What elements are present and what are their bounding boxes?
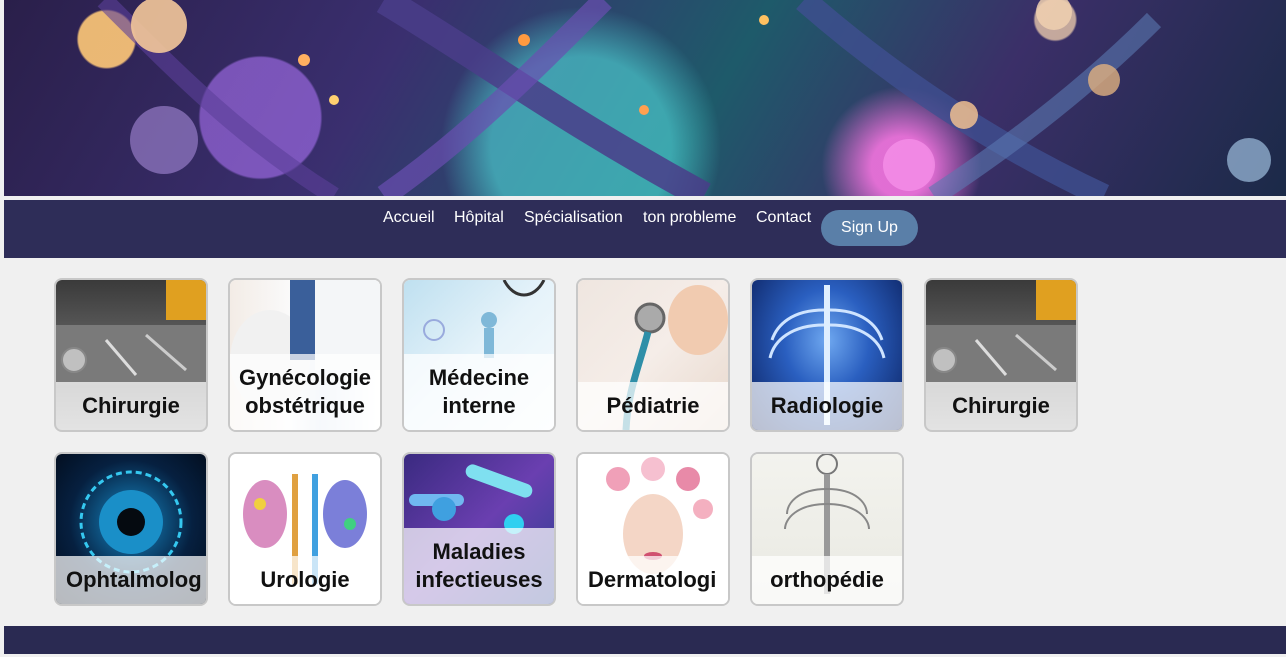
card-label: Gynécologie obstétrique bbox=[230, 354, 380, 430]
nav-ton-probleme[interactable]: ton probleme bbox=[643, 209, 736, 227]
card-urologie[interactable]: Urologie bbox=[228, 452, 382, 606]
nav-hopital[interactable]: Hôpital bbox=[454, 209, 504, 227]
card-pediatrie[interactable]: Pédiatrie bbox=[576, 278, 730, 432]
nav-contact[interactable]: Contact bbox=[756, 209, 811, 227]
card-label: Dermatologi bbox=[578, 556, 728, 604]
main-navbar: Accueil Hôpital Spécialisation ton probl… bbox=[4, 200, 1286, 258]
card-title: Dermatologi bbox=[588, 567, 717, 592]
card-chirurgie[interactable]: Chirurgie bbox=[54, 278, 208, 432]
card-title: Pédiatrie bbox=[606, 393, 700, 418]
card-title: orthopédie bbox=[770, 567, 884, 592]
card-title: Maladies infectieuses bbox=[415, 539, 543, 592]
card-dermatologie[interactable]: Dermatologi bbox=[576, 452, 730, 606]
card-label: Ophtalmolog bbox=[56, 556, 206, 604]
card-label: Chirurgie bbox=[56, 382, 206, 430]
card-maladies-infectieuses[interactable]: Maladies infectieuses bbox=[402, 452, 556, 606]
card-title: Chirurgie bbox=[952, 393, 1050, 418]
card-medecine-interne[interactable]: Médecine interne bbox=[402, 278, 556, 432]
card-label: Radiologie bbox=[752, 382, 902, 430]
card-label: Médecine interne bbox=[404, 354, 554, 430]
card-orthopedie[interactable]: orthopédie bbox=[750, 452, 904, 606]
card-title: Médecine interne bbox=[428, 365, 530, 418]
card-title: Ophtalmolog bbox=[66, 567, 202, 592]
card-title: Chirurgie bbox=[82, 393, 180, 418]
dna-helix-image bbox=[97, 0, 1271, 196]
hero-banner-dna bbox=[4, 0, 1286, 196]
card-title: Gynécologie obstétrique bbox=[238, 365, 372, 418]
nav-specialisation[interactable]: Spécialisation bbox=[524, 209, 623, 227]
card-chirurgie-2[interactable]: Chirurgie bbox=[924, 278, 1078, 432]
card-label: Urologie bbox=[230, 556, 380, 604]
card-radiologie[interactable]: Radiologie bbox=[750, 278, 904, 432]
card-title: Radiologie bbox=[770, 393, 884, 418]
nav-accueil[interactable]: Accueil bbox=[383, 209, 435, 227]
card-label: orthopédie bbox=[752, 556, 902, 604]
page-footer bbox=[4, 626, 1286, 654]
card-title: Urologie bbox=[260, 567, 350, 592]
sign-up-button[interactable]: Sign Up bbox=[821, 210, 918, 246]
card-label: Maladies infectieuses bbox=[404, 528, 554, 604]
card-label: Pédiatrie bbox=[578, 382, 728, 430]
card-label: Chirurgie bbox=[926, 382, 1076, 430]
card-ophtalmologie[interactable]: Ophtalmolog bbox=[54, 452, 208, 606]
card-gynecologie[interactable]: Gynécologie obstétrique bbox=[228, 278, 382, 432]
